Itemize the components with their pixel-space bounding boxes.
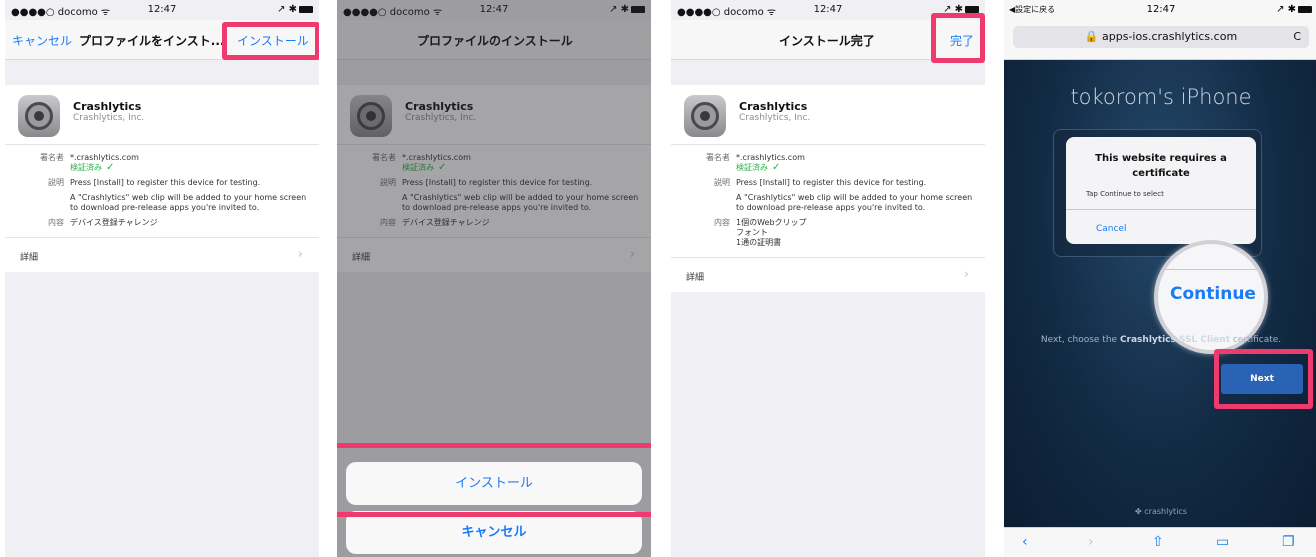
- contents-font: フォント: [736, 228, 768, 237]
- share-icon[interactable]: ⇧: [1152, 534, 1164, 550]
- forward-icon[interactable]: ›: [1088, 534, 1094, 550]
- battery-icon: [965, 5, 979, 13]
- signer-label: 署名者: [40, 153, 64, 162]
- more-details-row[interactable]: 詳細 ›: [5, 238, 319, 272]
- bookmarks-icon[interactable]: ▭: [1216, 534, 1229, 550]
- description-label: 説明: [714, 178, 730, 187]
- description-text-2: A "Crashlytics" web clip will be added t…: [70, 193, 307, 212]
- highlight-done-button: [931, 13, 985, 63]
- status-bar: ●●●●○ docomo ᯤ 12:47 ↗ ✱: [5, 0, 319, 20]
- status-indicators: ↗ ✱: [277, 4, 313, 15]
- status-indicators: ↗ ✱: [1276, 4, 1312, 15]
- profile-card: Crashlytics Crashlytics, Inc. 署名者 *.crash…: [671, 85, 985, 292]
- profile-details: 署名者 *.crashlytics.com 検証済み ✓ 説明 Press [Insta…: [671, 145, 985, 258]
- alert-title: This website requires a certificate: [1095, 153, 1227, 179]
- profile-header: Crashlytics Crashlytics, Inc.: [671, 85, 985, 145]
- contents-label: 内容: [714, 218, 730, 227]
- back-icon[interactable]: ‹: [1022, 534, 1028, 550]
- highlight-install-button: [222, 22, 319, 60]
- more-details-row[interactable]: 詳細 ›: [671, 258, 985, 292]
- settings-gear-icon: [684, 95, 726, 137]
- battery-icon: [299, 5, 313, 13]
- screen-safari-certificate: ◀設定に戻る 12:47 ↗ ✱ 🔒 apps-ios.crashlytics.…: [1004, 0, 1316, 557]
- url-bar[interactable]: 🔒 apps-ios.crashlytics.com C: [1013, 26, 1309, 48]
- chevron-right-icon: ›: [963, 267, 969, 282]
- description-text: Press [Install] to register this device …: [70, 178, 261, 187]
- screen-install-profile: ●●●●○ docomo ᯤ 12:47 ↗ ✱ キャンセル プロファイルをイン…: [5, 0, 319, 557]
- signer-label: 署名者: [706, 153, 730, 162]
- profile-company: Crashlytics, Inc.: [739, 113, 811, 123]
- clock: 12:47: [1146, 4, 1176, 15]
- cancel-button[interactable]: キャンセル: [12, 32, 72, 49]
- alert-continue-button[interactable]: Continue: [1170, 284, 1256, 304]
- more-details-label: 詳細: [686, 273, 705, 283]
- verified-label: 検証済み: [736, 163, 768, 172]
- contents-value: デバイス登録チャレンジ: [70, 218, 158, 227]
- reload-icon[interactable]: C: [1293, 26, 1301, 48]
- contents-label: 内容: [48, 218, 64, 227]
- check-icon: ✓: [772, 162, 781, 173]
- description-text-2: A "Crashlytics" web clip will be added t…: [736, 193, 973, 212]
- profile-name: Crashlytics: [739, 100, 808, 113]
- screen-confirm-install: ●●●●○ docomo ᯤ 12:47 ↗ ✱ プロファイルのインストール C…: [337, 0, 651, 557]
- sheet-cancel-button[interactable]: キャンセル: [346, 511, 642, 554]
- device-name: tokorom's iPhone: [1070, 85, 1252, 109]
- profile-name: Crashlytics: [73, 100, 142, 113]
- safari-toolbar: ‹ › ⇧ ▭ ❐: [1004, 527, 1316, 557]
- contents-webclip: 1個のWebクリップ: [736, 218, 807, 227]
- signer-value: *.crashlytics.com: [736, 153, 805, 162]
- screen-install-complete: ●●●●○ docomo ᯤ 12:47 ↗ ✱ インストール完了 完了 Cra…: [671, 0, 985, 557]
- profile-header: Crashlytics Crashlytics, Inc.: [5, 85, 319, 145]
- highlight-install-sheet: [337, 443, 651, 517]
- more-details-label: 詳細: [20, 253, 39, 263]
- page-title: インストール完了: [779, 34, 875, 48]
- highlight-next-button: [1214, 349, 1313, 409]
- alert-cancel-button[interactable]: Cancel: [1096, 224, 1127, 234]
- instruction-text: Next, choose the Crashlytics SSL Client …: [1040, 335, 1282, 345]
- contents-certificate: 1通の証明書: [736, 238, 782, 247]
- page-title: プロファイルをインスト...: [79, 34, 225, 48]
- crashlytics-logo: ✤ crashlytics: [1135, 507, 1187, 516]
- tabs-icon[interactable]: ❐: [1282, 534, 1295, 550]
- description-label: 説明: [48, 178, 64, 187]
- signer-value: *.crashlytics.com: [70, 153, 139, 162]
- clock: 12:47: [147, 4, 177, 15]
- logo-icon: ✤: [1135, 507, 1145, 516]
- chevron-right-icon: ›: [297, 247, 303, 262]
- check-icon: ✓: [106, 162, 115, 173]
- url-text: 🔒 apps-ios.crashlytics.com: [1084, 30, 1238, 43]
- verified-label: 検証済み: [70, 163, 102, 172]
- alert-message: Tap Continue to select: [1086, 190, 1164, 198]
- profile-card: Crashlytics Crashlytics, Inc. 署名者 *.crash…: [5, 85, 319, 272]
- settings-gear-icon: [18, 95, 60, 137]
- description-text: Press [Install] to register this device …: [736, 178, 927, 187]
- profile-details: 署名者 *.crashlytics.com 検証済み ✓ 説明 Press [Insta…: [5, 145, 319, 238]
- profile-company: Crashlytics, Inc.: [73, 113, 145, 123]
- certificate-alert: This website requires a certificate Tap …: [1066, 137, 1256, 244]
- safari-top-bar: ◀設定に戻る 12:47 ↗ ✱ 🔒 apps-ios.crashlytics.…: [1004, 0, 1316, 60]
- battery-icon: [1298, 5, 1312, 13]
